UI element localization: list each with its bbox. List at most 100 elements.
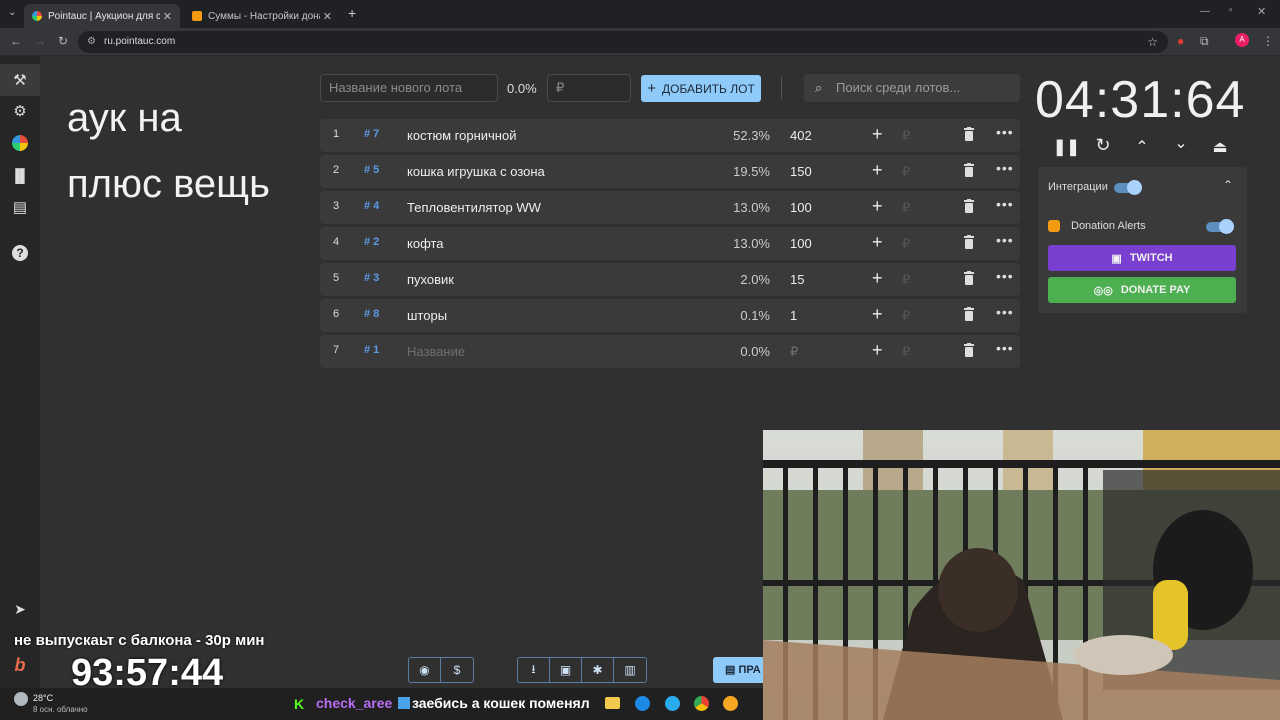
- trash-icon[interactable]: [963, 127, 975, 141]
- lot-id[interactable]: # 8: [364, 308, 379, 320]
- telegram-taskbar-icon[interactable]: [665, 696, 680, 711]
- new-lot-amount-input[interactable]: ₽: [547, 74, 631, 102]
- github-icon[interactable]: ◉: [409, 658, 441, 682]
- sidebar-item-settings[interactable]: ⚙: [9, 100, 31, 122]
- more-options-icon[interactable]: •••: [996, 160, 1014, 176]
- twitch-button[interactable]: ▣ TWITCH: [1048, 245, 1236, 271]
- profile-avatar[interactable]: A: [1235, 33, 1249, 47]
- clear-icon[interactable]: ▥: [614, 658, 646, 682]
- lot-name-field[interactable]: кошка игрушка с озона: [407, 164, 545, 179]
- time-up-icon[interactable]: ⌃: [1131, 137, 1153, 157]
- lot-name-field[interactable]: пуховик: [407, 272, 454, 287]
- app-icon[interactable]: [723, 696, 738, 711]
- save-icon[interactable]: ▣: [550, 658, 582, 682]
- sidebar-item-auction[interactable]: ⚒: [0, 64, 40, 96]
- trash-icon[interactable]: [963, 271, 975, 285]
- back-icon[interactable]: ←: [10, 34, 22, 48]
- lot-name-field[interactable]: шторы: [407, 308, 447, 323]
- menu-icon[interactable]: ⋮: [1262, 34, 1274, 48]
- lot-amount-field[interactable]: ₽: [790, 344, 798, 360]
- tab-pointauc[interactable]: Pointauc | Аукцион для стрим ✕: [24, 4, 180, 28]
- close-tab-icon[interactable]: ✕: [163, 10, 172, 23]
- add-amount-icon[interactable]: +: [872, 160, 883, 181]
- lot-amount-field[interactable]: 100: [790, 200, 812, 215]
- sidebar-item-stats[interactable]: ▐▌: [9, 164, 31, 186]
- trash-icon[interactable]: [963, 235, 975, 249]
- add-amount-icon[interactable]: +: [872, 268, 883, 289]
- url-field[interactable]: ⚙ ru.pointauc.com ☆: [78, 31, 1168, 53]
- restore-icon[interactable]: ▫: [1229, 5, 1233, 16]
- close-window-icon[interactable]: ✕: [1257, 5, 1266, 18]
- add-amount-icon[interactable]: +: [872, 304, 883, 325]
- extra-amount-field[interactable]: ₽: [902, 164, 910, 180]
- tab-search-icon[interactable]: ⌄: [8, 7, 16, 18]
- more-options-icon[interactable]: •••: [996, 232, 1014, 248]
- more-options-icon[interactable]: •••: [996, 124, 1014, 140]
- lot-amount-field[interactable]: 150: [790, 164, 812, 179]
- lot-name-field[interactable]: кофта: [407, 236, 444, 251]
- time-double-up-icon[interactable]: ⏏: [1209, 137, 1231, 157]
- time-down-icon[interactable]: ⌄: [1170, 133, 1192, 153]
- edge-icon[interactable]: [635, 696, 650, 711]
- lot-amount-field[interactable]: 402: [790, 128, 812, 143]
- lot-id[interactable]: # 4: [364, 200, 379, 212]
- close-tab-icon[interactable]: ✕: [323, 10, 332, 23]
- extension-icon[interactable]: ●: [1177, 34, 1184, 48]
- trash-icon[interactable]: [963, 343, 975, 357]
- rules-button[interactable]: ▤ ПРА: [713, 657, 763, 683]
- forward-icon[interactable]: →: [34, 34, 46, 48]
- windows-start-icon[interactable]: [398, 697, 410, 709]
- reset-icon[interactable]: ↻: [1092, 135, 1114, 155]
- extra-amount-field[interactable]: ₽: [902, 128, 910, 144]
- add-amount-icon[interactable]: +: [872, 124, 883, 145]
- minimize-icon[interactable]: —: [1200, 6, 1210, 17]
- lot-name-field[interactable]: Тепловентилятор WW: [407, 200, 541, 215]
- lot-id[interactable]: # 3: [364, 272, 379, 284]
- add-amount-icon[interactable]: +: [872, 232, 883, 253]
- reload-icon[interactable]: ↻: [58, 34, 68, 48]
- lot-id[interactable]: # 7: [364, 128, 379, 140]
- bookmark-star-icon[interactable]: ☆: [1147, 31, 1158, 53]
- sidebar-item-brand[interactable]: b: [9, 654, 31, 676]
- extra-amount-field[interactable]: ₽: [902, 344, 910, 360]
- new-tab-icon[interactable]: +: [348, 5, 356, 21]
- extra-amount-field[interactable]: ₽: [902, 236, 910, 252]
- lot-id[interactable]: # 5: [364, 164, 379, 176]
- trash-icon[interactable]: [963, 307, 975, 321]
- lot-amount-field[interactable]: 15: [790, 272, 804, 287]
- bug-icon[interactable]: ✱: [582, 658, 614, 682]
- integrations-toggle[interactable]: [1114, 180, 1142, 195]
- chrome-icon[interactable]: [694, 696, 709, 711]
- lot-amount-field[interactable]: 1: [790, 308, 797, 323]
- more-options-icon[interactable]: •••: [996, 268, 1014, 284]
- collapse-icon[interactable]: ⌃: [1223, 178, 1233, 192]
- lot-name-field[interactable]: Название: [407, 344, 465, 359]
- sidebar-item-wheel[interactable]: [9, 132, 31, 154]
- new-lot-name-input[interactable]: Название нового лота: [320, 74, 498, 102]
- add-lot-button[interactable]: + ДОБАВИТЬ ЛОТ: [641, 75, 761, 102]
- donatepay-button[interactable]: ◎◎ DONATE PAY: [1048, 277, 1236, 303]
- lot-id[interactable]: # 1: [364, 344, 379, 356]
- tab-donations[interactable]: Суммы - Настройки донатов ✕: [184, 4, 340, 28]
- extra-amount-field[interactable]: ₽: [902, 200, 910, 216]
- dollar-icon[interactable]: $: [441, 658, 473, 682]
- download-icon[interactable]: ⭳: [518, 658, 550, 682]
- extensions-puzzle-icon[interactable]: ⧉: [1200, 34, 1209, 49]
- more-options-icon[interactable]: •••: [996, 196, 1014, 212]
- pause-icon[interactable]: ❚❚: [1053, 137, 1080, 157]
- sidebar-item-telegram[interactable]: ➤: [9, 598, 31, 620]
- trash-icon[interactable]: [963, 199, 975, 213]
- trash-icon[interactable]: [963, 163, 975, 177]
- add-amount-icon[interactable]: +: [872, 196, 883, 217]
- lot-amount-field[interactable]: 100: [790, 236, 812, 251]
- lot-name-field[interactable]: костюм горничной: [407, 128, 516, 143]
- site-info-icon[interactable]: ⚙: [87, 31, 96, 53]
- sidebar-item-history[interactable]: ▤: [9, 196, 31, 218]
- more-options-icon[interactable]: •••: [996, 340, 1014, 356]
- donation-alerts-toggle[interactable]: [1206, 219, 1234, 234]
- lot-search-input[interactable]: ⌕ Поиск среди лотов...: [804, 74, 1020, 102]
- extra-amount-field[interactable]: ₽: [902, 308, 910, 324]
- extra-amount-field[interactable]: ₽: [902, 272, 910, 288]
- lot-id[interactable]: # 2: [364, 236, 379, 248]
- file-explorer-icon[interactable]: [605, 697, 620, 709]
